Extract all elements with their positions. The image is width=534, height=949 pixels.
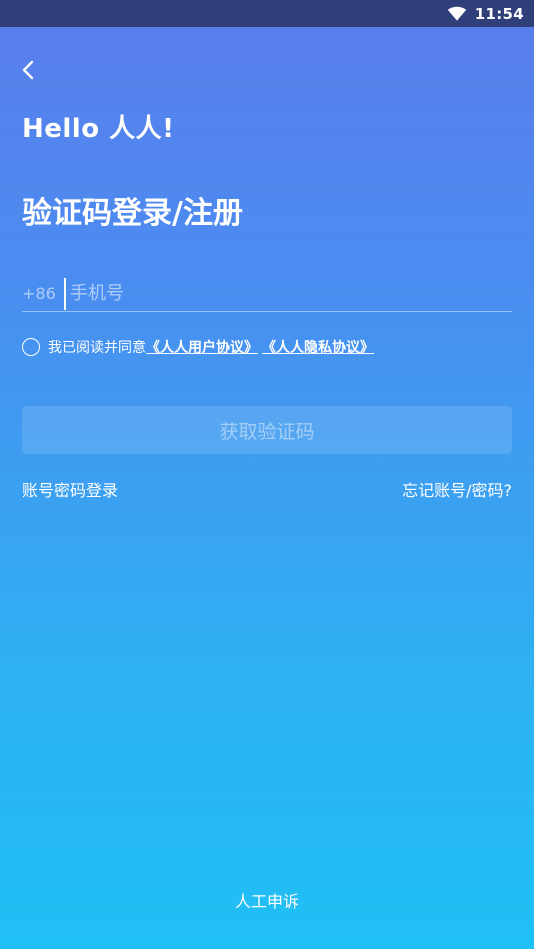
agreement-row: 我已阅读并同意 《人人用户协议》 《人人隐私协议》 — [22, 337, 374, 357]
country-code[interactable]: +86 — [22, 284, 62, 303]
login-screen: 11:54 Hello 人人! 验证码登录/注册 +86 我已阅读并同意 《人人… — [0, 0, 534, 949]
password-login-link[interactable]: 账号密码登录 — [22, 477, 118, 501]
app-logo: Hello 人人! — [22, 114, 175, 144]
back-button[interactable] — [14, 55, 44, 85]
chevron-left-icon — [22, 60, 34, 80]
forgot-password-link[interactable]: 忘记账号/密码? — [402, 477, 512, 501]
privacy-agreement-link[interactable]: 《人人隐私协议》 — [262, 337, 374, 357]
status-time: 11:54 — [474, 4, 524, 23]
agreement-checkbox[interactable] — [22, 338, 40, 356]
manual-appeal-link[interactable]: 人工申诉 — [0, 888, 534, 912]
phone-input-row: +86 — [22, 276, 512, 312]
phone-input[interactable] — [64, 277, 512, 310]
user-agreement-link[interactable]: 《人人用户协议》 — [146, 337, 258, 357]
get-code-button[interactable]: 获取验证码 — [22, 406, 512, 454]
agreement-prefix: 我已阅读并同意 — [48, 340, 146, 356]
wifi-icon — [447, 6, 466, 21]
page-title: 验证码登录/注册 — [22, 196, 243, 231]
status-bar: 11:54 — [0, 0, 534, 27]
